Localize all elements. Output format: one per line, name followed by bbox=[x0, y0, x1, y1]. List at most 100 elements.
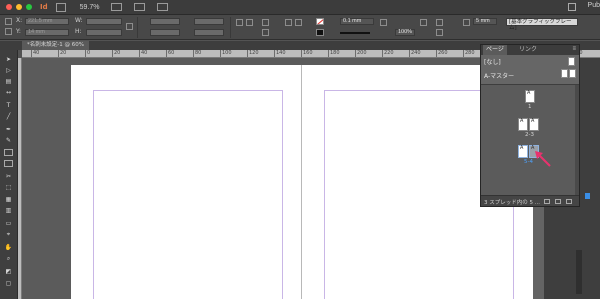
new-page-icon[interactable] bbox=[555, 199, 561, 204]
tab-pages[interactable]: ページ bbox=[483, 45, 507, 55]
gradient-feather-tool-icon[interactable]: ▥ bbox=[4, 207, 13, 214]
ruler-label: 20 bbox=[114, 50, 121, 56]
selection-tool-icon[interactable]: ➤ bbox=[4, 56, 13, 63]
gap-icon[interactable] bbox=[463, 19, 470, 26]
master-a-left-thumbnail[interactable] bbox=[561, 69, 568, 78]
text-wrap-icon[interactable] bbox=[436, 19, 443, 26]
ruler-label: 60 bbox=[168, 50, 175, 56]
rotation-field[interactable] bbox=[194, 18, 224, 25]
shear-field[interactable] bbox=[194, 29, 224, 36]
ruler-label: 100 bbox=[222, 50, 232, 56]
type-tool-icon[interactable]: T bbox=[4, 102, 13, 109]
delete-page-icon[interactable] bbox=[566, 199, 572, 204]
publish-online-button[interactable]: Pub bbox=[588, 2, 600, 9]
x-label: X: bbox=[16, 17, 23, 24]
eyedropper-tool-icon[interactable]: ⌖ bbox=[4, 231, 13, 238]
zoom-level-select[interactable]: 59.7% bbox=[80, 4, 100, 11]
master-none-thumbnail[interactable] bbox=[568, 57, 575, 66]
stroke-weight-field[interactable]: 0.1 mm bbox=[340, 18, 374, 25]
control-bar: X: Y: 221.5 mm 14 mm W: H: 0.1 mm 100% 5… bbox=[0, 15, 600, 40]
gap-field[interactable]: 5 mm bbox=[473, 18, 497, 25]
width-field[interactable] bbox=[86, 18, 122, 25]
page-thumbnail-5[interactable]: A bbox=[518, 145, 528, 158]
hand-tool-icon[interactable]: ✋ bbox=[4, 244, 13, 251]
master-a-right-thumbnail[interactable] bbox=[569, 69, 576, 78]
rectangle-frame-tool-icon[interactable] bbox=[4, 149, 13, 156]
height-field[interactable] bbox=[86, 29, 122, 36]
pencil-tool-icon[interactable]: ✎ bbox=[4, 137, 13, 144]
control-divider bbox=[137, 17, 138, 38]
annotation-arrow-icon bbox=[535, 151, 551, 167]
bridge-icon[interactable] bbox=[55, 2, 66, 12]
ruler-label: 180 bbox=[330, 50, 340, 56]
auto-fit-icon[interactable] bbox=[436, 29, 443, 36]
page-thumbnail-3[interactable]: A bbox=[529, 118, 539, 131]
page-tool-icon[interactable]: ▤ bbox=[4, 78, 13, 85]
ruler-label: 240 bbox=[411, 50, 421, 56]
select-content-icon[interactable] bbox=[295, 19, 302, 26]
panel-scrollbar[interactable] bbox=[575, 85, 579, 196]
zoom-window-button[interactable] bbox=[26, 4, 32, 10]
vertical-scrollbar[interactable] bbox=[576, 250, 582, 294]
constrain-proportions-icon[interactable] bbox=[126, 23, 133, 30]
page-thumbnail-2[interactable]: A bbox=[518, 118, 528, 131]
flip-vertical-icon[interactable] bbox=[262, 29, 269, 36]
effects-icon[interactable] bbox=[380, 19, 387, 26]
note-tool-icon[interactable]: ▭ bbox=[4, 220, 13, 227]
screen-mode-icon[interactable] bbox=[134, 3, 146, 11]
stroke-swatch[interactable] bbox=[316, 29, 324, 36]
panel-header: ページ リンク ≡ bbox=[481, 45, 579, 55]
ruler-tick bbox=[31, 50, 32, 57]
zoom-tool-icon[interactable]: ⌕ bbox=[4, 255, 13, 262]
flip-horizontal-icon[interactable] bbox=[262, 19, 269, 26]
drop-shadow-icon[interactable] bbox=[420, 19, 427, 26]
spread-label: 2-3 bbox=[525, 132, 534, 138]
object-style-select[interactable]: [基本グラフィックフレーム] bbox=[506, 18, 578, 31]
h-label: H: bbox=[75, 28, 82, 35]
ruler-label: 120 bbox=[249, 50, 259, 56]
arrange-documents-icon[interactable] bbox=[157, 3, 169, 11]
stroke-type-select[interactable] bbox=[340, 32, 370, 34]
screen-mode-tool-icon[interactable]: ▢ bbox=[4, 280, 13, 287]
gradient-swatch-tool-icon[interactable]: ▦ bbox=[4, 196, 13, 203]
select-container-icon[interactable] bbox=[285, 19, 292, 26]
panel-menu-icon[interactable]: ≡ bbox=[572, 46, 576, 52]
rectangle-tool-icon[interactable] bbox=[4, 160, 13, 167]
publish-icon[interactable] bbox=[568, 3, 576, 11]
app-bar: Id 59.7% Pub bbox=[0, 0, 600, 15]
scale-x-field[interactable] bbox=[150, 18, 180, 25]
left-page[interactable] bbox=[71, 65, 301, 299]
scale-y-field[interactable] bbox=[150, 29, 180, 36]
x-position-field[interactable]: 221.5 mm bbox=[25, 18, 69, 25]
gap-tool-icon[interactable]: ↔ bbox=[4, 89, 13, 96]
scissors-tool-icon[interactable]: ✂ bbox=[4, 173, 13, 180]
rotate-ccw-icon[interactable] bbox=[246, 19, 253, 26]
edit-page-size-icon[interactable] bbox=[544, 199, 550, 204]
master-none-item[interactable]: [なし] bbox=[484, 57, 501, 66]
reference-point-icon[interactable] bbox=[5, 18, 12, 25]
ruler-tick bbox=[139, 50, 140, 57]
pen-tool-icon[interactable]: ✒ bbox=[4, 126, 13, 133]
spread-label: 1 bbox=[528, 104, 532, 110]
view-options-icon[interactable] bbox=[111, 3, 123, 11]
opacity-field[interactable]: 100% bbox=[395, 29, 415, 36]
spread-label-selected: 5-4 bbox=[524, 159, 533, 165]
spread-spine bbox=[301, 65, 302, 299]
ruler-tick bbox=[58, 50, 59, 57]
document-tab[interactable]: *名刺未設定-1 @ 60% bbox=[22, 41, 89, 50]
fill-swatch[interactable] bbox=[316, 18, 324, 25]
reference-point-grid-icon[interactable] bbox=[5, 28, 12, 35]
free-transform-tool-icon[interactable]: ⬚ bbox=[4, 184, 13, 191]
page-thumbnail-1[interactable]: A bbox=[525, 90, 535, 103]
direct-selection-tool-icon[interactable]: ▷ bbox=[4, 67, 13, 74]
minimize-window-button[interactable] bbox=[16, 4, 22, 10]
line-tool-icon[interactable]: ╱ bbox=[4, 113, 13, 120]
master-a-item[interactable]: A-マスター bbox=[484, 71, 514, 80]
y-position-field[interactable]: 14 mm bbox=[25, 29, 69, 36]
ruler-label: 20 bbox=[60, 50, 67, 56]
close-window-button[interactable] bbox=[6, 4, 12, 10]
rotate-cw-icon[interactable] bbox=[236, 19, 243, 26]
tab-links[interactable]: リンク bbox=[516, 45, 540, 55]
w-label: W: bbox=[75, 17, 83, 24]
fill-stroke-icon[interactable]: ◩ bbox=[4, 268, 13, 275]
